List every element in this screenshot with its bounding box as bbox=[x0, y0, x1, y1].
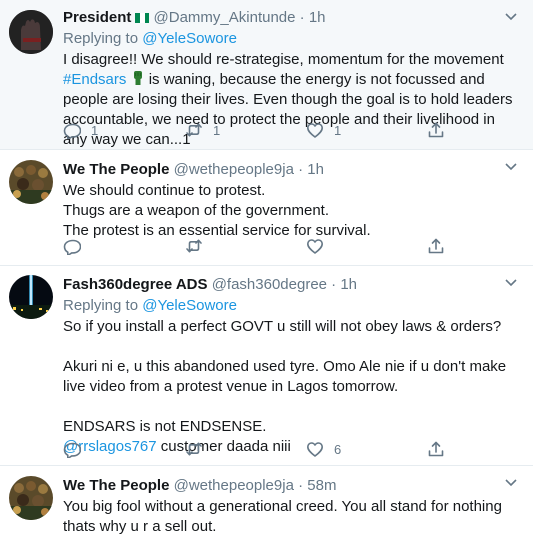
tweet-text-part: I disagree!! We should re-strategise, mo… bbox=[63, 51, 504, 68]
retweet-button[interactable] bbox=[185, 440, 203, 458]
reply-button[interactable] bbox=[63, 237, 81, 255]
tweet[interactable]: Fash360degree ADS @fash360degree · 1h Re… bbox=[0, 266, 533, 466]
retweet-icon bbox=[186, 442, 202, 456]
tweet[interactable]: President @Dammy_Akintunde · 1h Replying… bbox=[0, 0, 533, 150]
tweet-text: So if you install a perfect GOVT u still… bbox=[63, 317, 521, 457]
tweet-line: We should continue to protest. bbox=[63, 182, 266, 199]
timestamp[interactable]: 58m bbox=[307, 477, 336, 494]
replying-to-link[interactable]: @YeleSowore bbox=[142, 297, 237, 314]
author-handle[interactable]: @Dammy_Akintunde bbox=[154, 9, 296, 26]
retweet-button[interactable] bbox=[185, 237, 203, 255]
retweet-button[interactable]: 1 bbox=[185, 121, 220, 139]
tweet-line: So if you install a perfect GOVT u still… bbox=[63, 318, 502, 335]
tweet-line: Thugs are a weapon of the government. bbox=[63, 202, 330, 219]
avatar[interactable] bbox=[9, 160, 53, 204]
tweet-line: ENDSARS is not ENDSENSE. bbox=[63, 418, 267, 435]
retweet-icon bbox=[186, 123, 202, 137]
like-icon bbox=[306, 442, 324, 457]
hashtag-link[interactable]: #Endsars bbox=[63, 71, 126, 88]
like-count: 1 bbox=[334, 122, 342, 138]
reply-icon bbox=[63, 442, 81, 458]
separator: · bbox=[299, 9, 305, 26]
raised-fist-emoji-icon bbox=[133, 71, 142, 85]
replying-label: Replying to bbox=[63, 297, 139, 314]
nigeria-flag-icon bbox=[135, 9, 150, 23]
like-count: 6 bbox=[334, 441, 342, 457]
chevron-down-icon[interactable] bbox=[503, 160, 519, 174]
chevron-down-icon[interactable] bbox=[503, 276, 519, 290]
retweet-count: 1 bbox=[213, 122, 221, 138]
like-icon bbox=[306, 239, 324, 254]
share-icon bbox=[428, 238, 444, 254]
tweet-text: We should continue to protest. Thugs are… bbox=[63, 181, 521, 241]
tweet-text: You big fool without a generational cree… bbox=[63, 498, 502, 535]
author-name[interactable]: President bbox=[63, 9, 131, 26]
author-handle[interactable]: @fash360degree bbox=[212, 276, 327, 293]
avatar-image bbox=[9, 160, 53, 204]
timestamp[interactable]: 1h bbox=[340, 276, 357, 293]
share-button[interactable] bbox=[427, 121, 445, 139]
like-button[interactable]: 1 bbox=[306, 121, 341, 139]
author-name[interactable]: Fash360degree ADS bbox=[63, 276, 208, 293]
avatar-image bbox=[9, 476, 53, 520]
chevron-down-icon[interactable] bbox=[503, 10, 519, 24]
share-icon bbox=[428, 122, 444, 138]
avatar[interactable] bbox=[9, 275, 53, 319]
author-name[interactable]: We The People bbox=[63, 477, 169, 494]
replying-label: Replying to bbox=[63, 30, 139, 47]
like-button[interactable] bbox=[306, 237, 324, 255]
separator: · bbox=[298, 477, 304, 494]
reply-count: 1 bbox=[91, 122, 99, 138]
avatar[interactable] bbox=[9, 476, 53, 520]
author-handle[interactable]: @wethepeople9ja bbox=[174, 161, 294, 178]
tweet[interactable]: We The People @wethepeople9ja · 58m You … bbox=[0, 466, 533, 545]
like-button[interactable]: 6 bbox=[306, 440, 341, 458]
share-button[interactable] bbox=[427, 237, 445, 255]
author-handle[interactable]: @wethepeople9ja bbox=[174, 477, 294, 494]
reply-icon bbox=[63, 123, 81, 139]
author-name[interactable]: We The People bbox=[63, 161, 169, 178]
timestamp[interactable]: 1h bbox=[307, 161, 324, 178]
like-icon bbox=[306, 123, 324, 138]
avatar-image bbox=[9, 10, 53, 54]
reply-icon bbox=[63, 239, 81, 255]
separator: · bbox=[331, 276, 337, 293]
replying-to-link[interactable]: @YeleSowore bbox=[142, 30, 237, 47]
timestamp[interactable]: 1h bbox=[309, 9, 326, 26]
share-button[interactable] bbox=[427, 440, 445, 458]
avatar[interactable] bbox=[9, 10, 53, 54]
share-icon bbox=[428, 441, 444, 457]
separator: · bbox=[298, 161, 304, 178]
retweet-icon bbox=[186, 239, 202, 253]
avatar-image bbox=[9, 275, 53, 319]
reply-button[interactable] bbox=[63, 440, 81, 458]
tweet[interactable]: We The People @wethepeople9ja · 1h We sh… bbox=[0, 150, 533, 266]
reply-button[interactable]: 1 bbox=[63, 121, 98, 139]
tweet-line: Akuri ni e, u this abandoned used tyre. … bbox=[63, 358, 507, 395]
chevron-down-icon[interactable] bbox=[503, 476, 519, 490]
